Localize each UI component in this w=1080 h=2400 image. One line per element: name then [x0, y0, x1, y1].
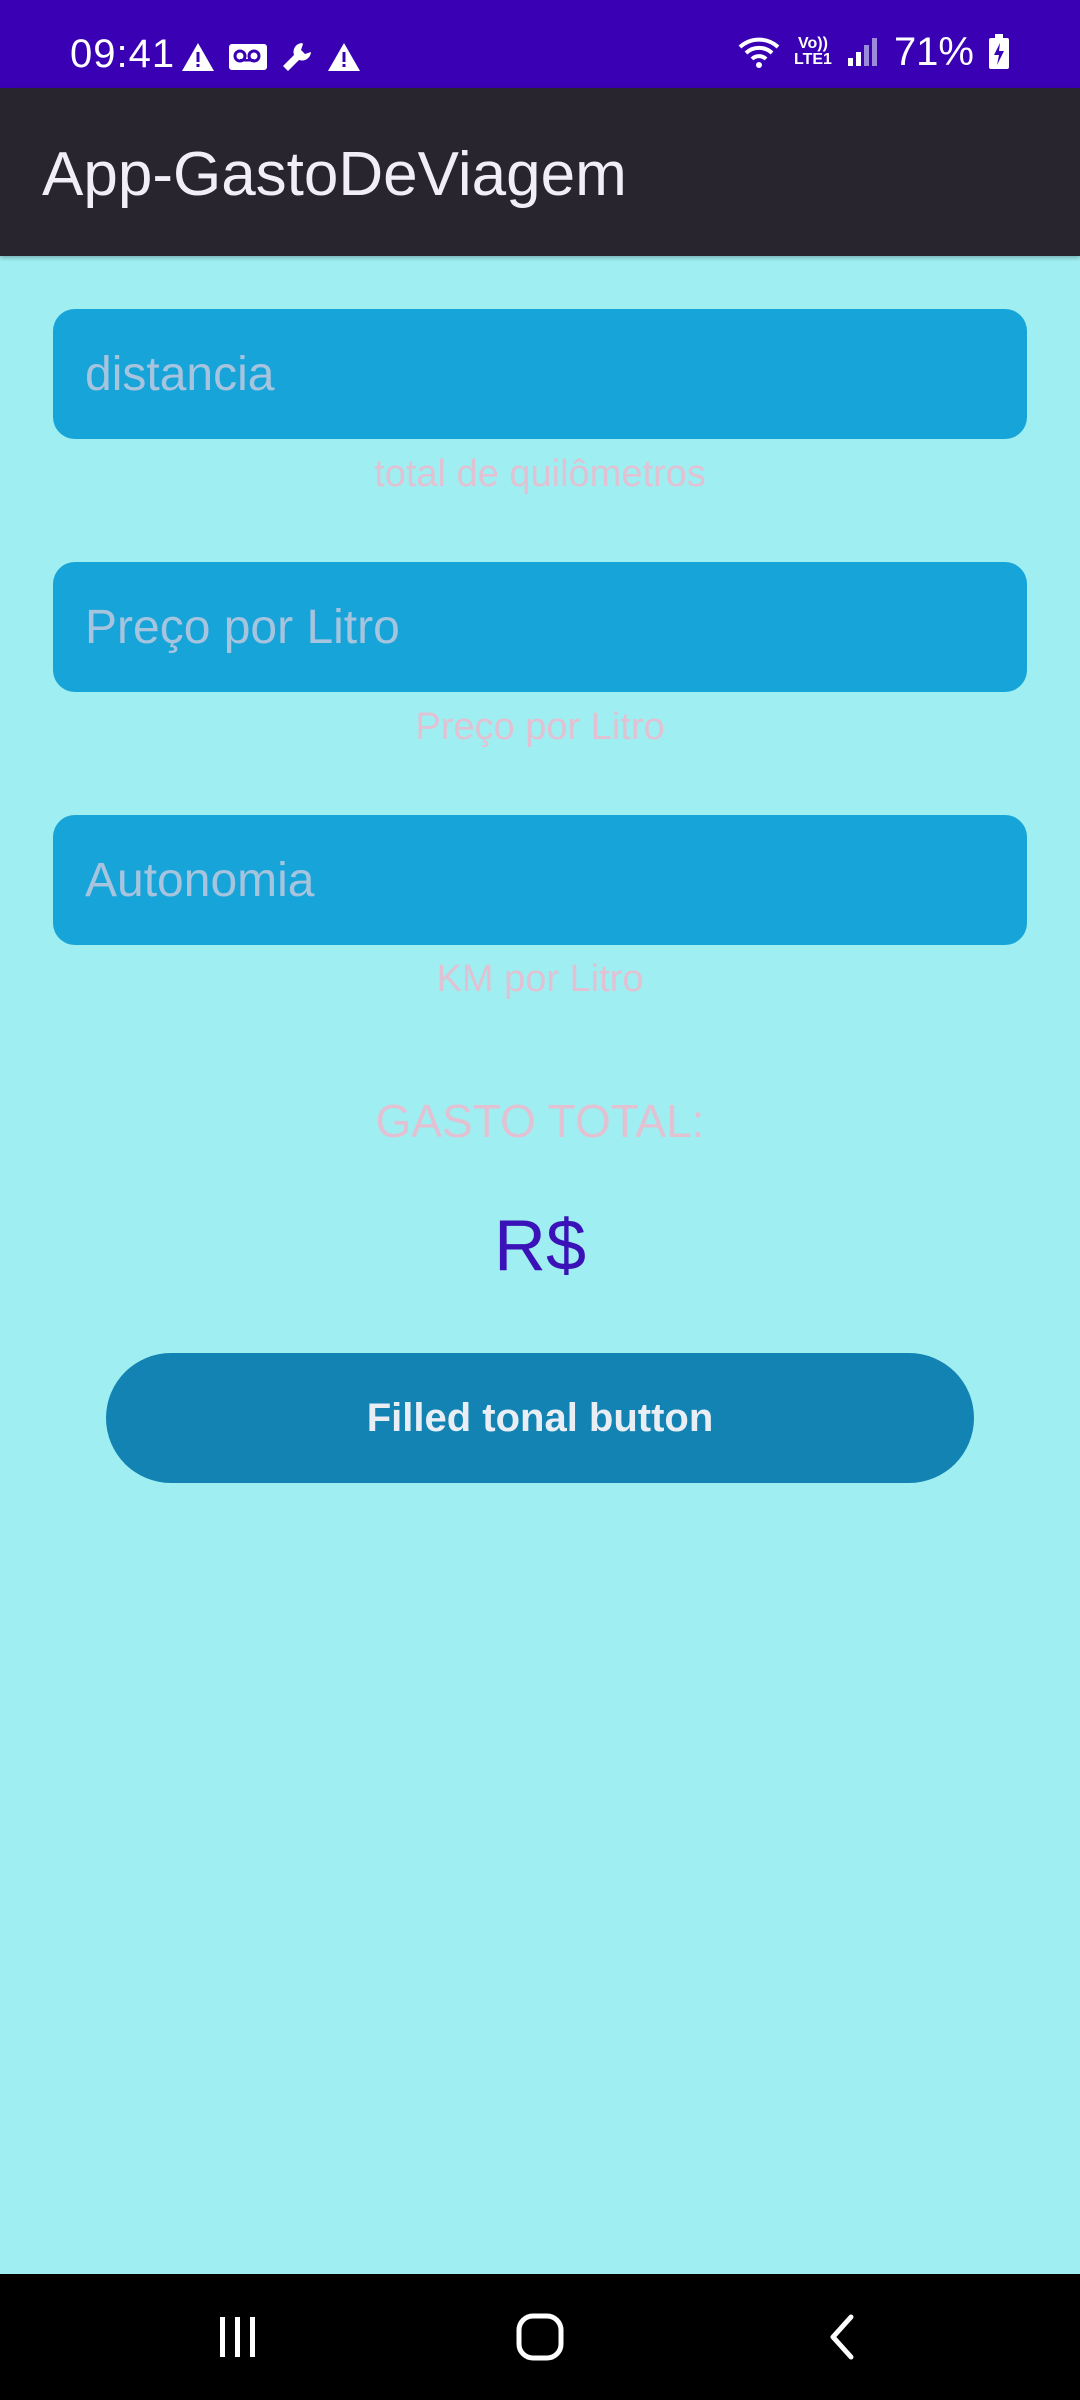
home-button[interactable] — [500, 2302, 580, 2372]
volte-label: Vo)) — [798, 35, 828, 52]
back-icon — [830, 2314, 854, 2360]
app-bar: App-GastoDeViagem — [0, 88, 1080, 256]
status-system-icons: Vo)) LTE1 71% — [738, 30, 1010, 74]
wrench-icon — [283, 43, 311, 71]
status-bar: 09:41 Vo)) LTE1 71% — [0, 0, 1080, 88]
app-title: App-GastoDeViagem — [42, 140, 627, 209]
battery-percent: 71% — [893, 30, 974, 74]
status-time: 09:41 — [70, 32, 176, 76]
total-cost-value: R$ — [493, 1206, 587, 1286]
home-icon — [516, 2313, 564, 2361]
calculate-button[interactable]: Filled tonal button — [106, 1353, 974, 1483]
navigation-bar — [0, 2274, 1080, 2400]
recents-button[interactable] — [198, 2302, 278, 2372]
back-button[interactable] — [802, 2302, 882, 2372]
wifi-icon — [738, 37, 780, 68]
warning-icon — [182, 43, 214, 71]
lte-label: LTE1 — [794, 51, 832, 68]
price-per-liter-input[interactable] — [53, 562, 1027, 692]
recents-icon — [220, 2317, 255, 2357]
autonomy-input[interactable] — [53, 815, 1027, 945]
volte-icon: Vo)) LTE1 — [794, 36, 832, 68]
total-cost-label: GASTO TOTAL: — [375, 1095, 705, 1147]
warning-icon — [328, 43, 360, 71]
status-notification-icons — [180, 40, 362, 74]
autonomy-helper-text: KM por Litro — [436, 958, 644, 1000]
battery-charging-icon — [989, 34, 1009, 69]
price-helper-text: Preço por Litro — [415, 706, 665, 748]
distance-input[interactable] — [53, 309, 1027, 439]
distance-helper-text: total de quilômetros — [374, 453, 706, 495]
voicemail-icon — [229, 44, 267, 70]
signal-icon — [847, 38, 877, 66]
